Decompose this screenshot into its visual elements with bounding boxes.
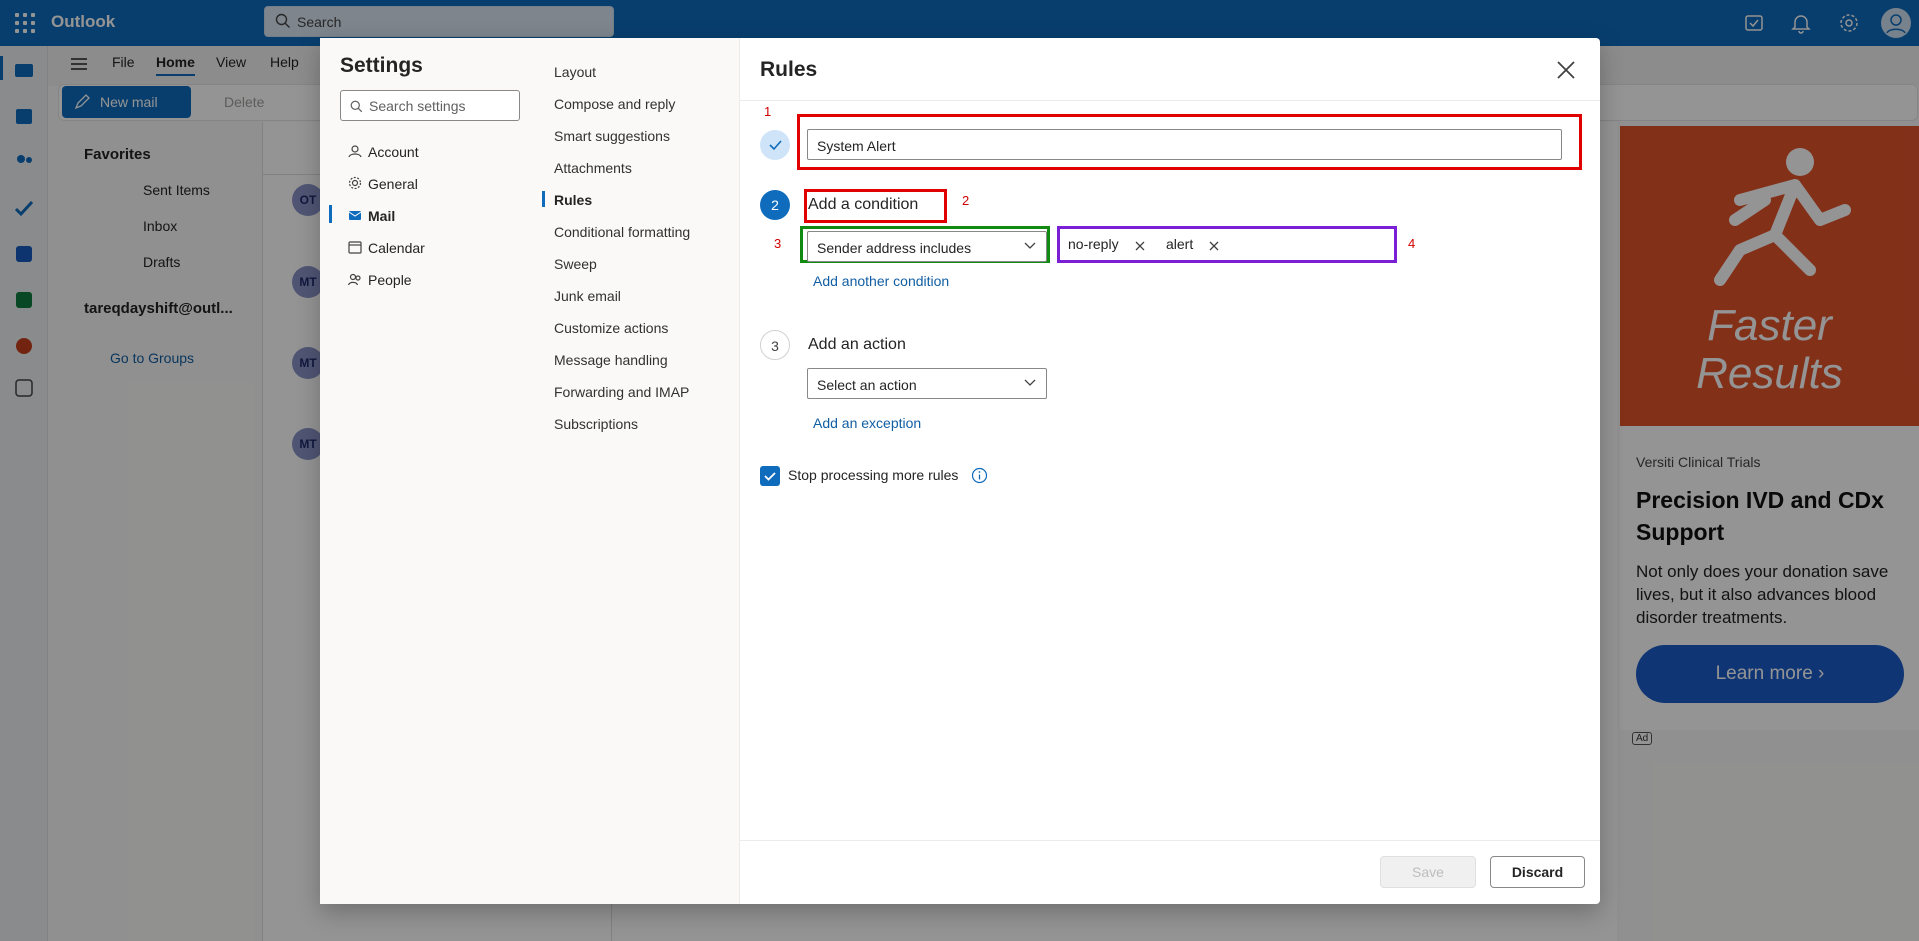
annotation-label: 2 — [962, 193, 970, 208]
category-label: General — [368, 176, 418, 192]
subsection-conditional-formatting[interactable]: Conditional formatting — [554, 224, 690, 240]
category-label: People — [368, 272, 412, 288]
subsection-compose-and-reply[interactable]: Compose and reply — [554, 96, 675, 112]
annotation-label: 4 — [1408, 236, 1416, 251]
remove-tag-icon[interactable] — [1134, 240, 1146, 252]
category-people[interactable]: People — [347, 272, 412, 289]
condition-type-dropdown[interactable]: Sender address includes — [807, 231, 1047, 262]
calendar-icon — [348, 241, 362, 254]
stop-processing-label: Stop processing more rules — [788, 467, 959, 483]
annotation-label: 1 — [764, 104, 772, 119]
checkmark-icon — [769, 140, 782, 151]
people-icon — [347, 273, 361, 286]
category-label: Mail — [368, 208, 396, 224]
category-calendar[interactable]: Calendar — [348, 240, 425, 257]
action-type-dropdown[interactable]: Select an action — [807, 368, 1047, 399]
category-account[interactable]: Account — [348, 144, 419, 161]
add-condition-heading: Add a condition — [808, 196, 919, 213]
settings-nav — [320, 38, 740, 904]
rule-name-input[interactable]: System Alert — [807, 129, 1562, 160]
subsection-attachments[interactable]: Attachments — [554, 160, 632, 176]
settings-search-placeholder: Search settings — [369, 98, 466, 114]
chevron-down-icon — [1024, 379, 1036, 386]
category-label: Account — [368, 144, 419, 160]
discard-button[interactable]: Discard — [1490, 856, 1585, 888]
selected-subsection-indicator — [542, 191, 545, 207]
divider — [740, 840, 1600, 841]
step-1-complete-icon — [760, 130, 790, 160]
settings-title: Settings — [340, 54, 423, 77]
category-label: Calendar — [368, 240, 425, 256]
rule-name-value: System Alert — [817, 138, 896, 154]
subsection-customize-actions[interactable]: Customize actions — [554, 320, 668, 336]
subsection-subscriptions[interactable]: Subscriptions — [554, 416, 638, 432]
condition-value-tag: no-reply — [1068, 236, 1119, 252]
add-action-heading: Add an action — [808, 336, 906, 353]
save-button[interactable]: Save — [1380, 856, 1476, 888]
step-3-number: 3 — [760, 330, 790, 360]
subsection-sweep[interactable]: Sweep — [554, 256, 597, 272]
divider — [740, 100, 1600, 101]
close-icon[interactable] — [1554, 58, 1578, 82]
subsection-forwarding-and-imap[interactable]: Forwarding and IMAP — [554, 384, 689, 400]
add-exception-link[interactable]: Add an exception — [813, 415, 921, 431]
settings-search-input[interactable]: Search settings — [340, 90, 520, 121]
info-icon[interactable] — [971, 467, 988, 484]
stop-processing-checkbox[interactable] — [760, 466, 780, 486]
category-mail[interactable]: Mail — [348, 208, 395, 225]
subsection-rules[interactable]: Rules — [554, 192, 592, 208]
search-icon — [350, 100, 363, 113]
remove-tag-icon[interactable] — [1208, 240, 1220, 252]
subsection-message-handling[interactable]: Message handling — [554, 352, 668, 368]
checkmark-icon — [764, 472, 776, 481]
selected-category-indicator — [329, 205, 332, 223]
annotation-label: 3 — [774, 236, 782, 251]
add-another-condition-link[interactable]: Add another condition — [813, 273, 949, 289]
condition-value-tag: alert — [1166, 236, 1194, 252]
category-general[interactable]: General — [348, 176, 418, 193]
chevron-down-icon — [1024, 242, 1036, 249]
action-placeholder: Select an action — [817, 377, 917, 393]
subsection-junk-email[interactable]: Junk email — [554, 288, 621, 304]
condition-type-value: Sender address includes — [817, 240, 972, 256]
mail-icon — [348, 211, 362, 220]
step-2-number: 2 — [760, 190, 790, 220]
rules-title: Rules — [760, 58, 818, 81]
subsection-smart-suggestions[interactable]: Smart suggestions — [554, 128, 670, 144]
person-icon — [348, 145, 362, 158]
subsection-layout[interactable]: Layout — [554, 64, 596, 80]
gear-icon — [348, 176, 362, 190]
